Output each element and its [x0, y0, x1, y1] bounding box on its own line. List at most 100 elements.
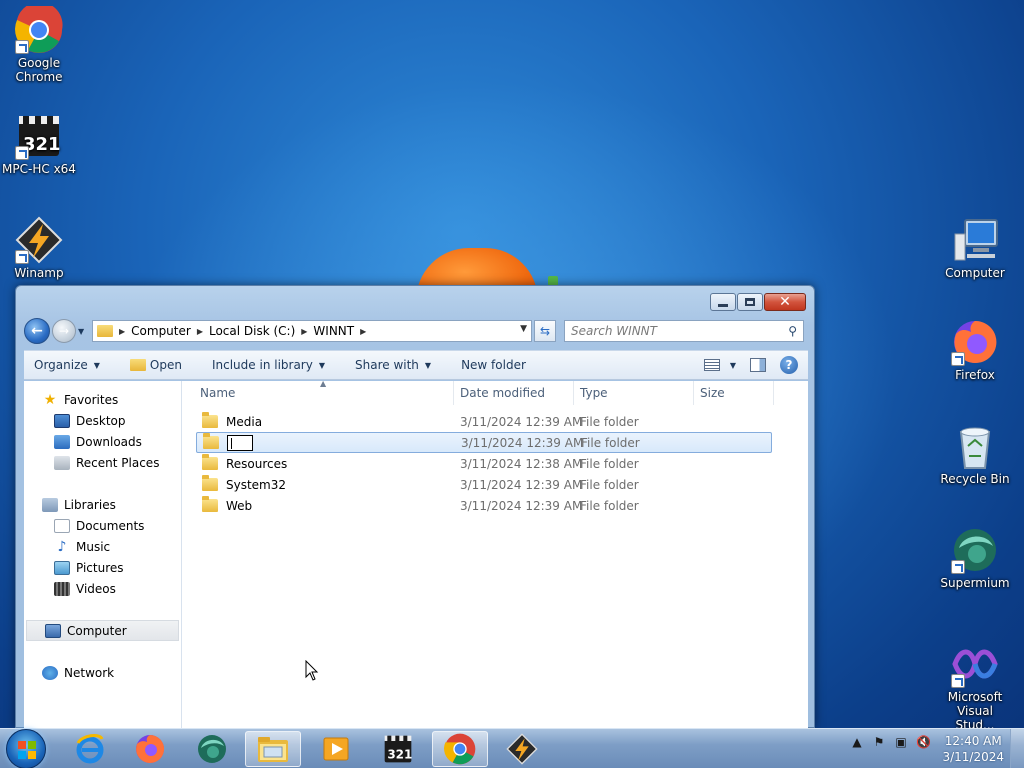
desktop-icon-label: Google [17, 56, 61, 70]
file-name: Resources [226, 456, 288, 471]
taskbar-mpc-hc[interactable]: 321 [370, 731, 426, 767]
pictures-icon [54, 560, 70, 575]
column-date-modified[interactable]: Date modified [454, 381, 574, 405]
file-rows: Media 3/11/2024 12:39 AM File folder 3/1… [182, 405, 808, 516]
computer-icon [45, 623, 61, 638]
include-in-library-button[interactable]: Include in library ▼ [212, 358, 325, 372]
preview-pane-icon[interactable] [750, 358, 766, 372]
desktop-icon-label: Firefox [955, 368, 995, 382]
column-size[interactable]: Size [694, 381, 774, 405]
table-row[interactable]: Web 3/11/2024 12:39 AM File folder [196, 495, 772, 516]
maximize-icon [745, 298, 755, 306]
taskbar-winamp[interactable] [494, 731, 550, 767]
nav-computer[interactable]: Computer [26, 620, 179, 641]
maximize-button[interactable] [737, 293, 763, 311]
address-dropdown-icon[interactable]: ▼ [520, 324, 527, 334]
volume-muted-icon[interactable]: 🔇 [916, 735, 931, 749]
desktop-icon-firefox[interactable]: Firefox [936, 318, 1014, 382]
close-button[interactable]: ✕ [764, 293, 806, 311]
desktop-icon-mpc-hc[interactable]: 321 MPC-HC x64 [0, 112, 78, 176]
refresh-button[interactable]: ⇆ [534, 320, 556, 342]
recent-places-icon [54, 455, 70, 470]
address-bar[interactable]: ▶ Computer ▶ Local Disk (C:) ▶ WINNT ▶ ▼ [92, 320, 532, 342]
search-box[interactable]: ⚲ [564, 320, 804, 342]
nav-downloads[interactable]: Downloads [24, 431, 181, 452]
table-row-renaming[interactable]: 3/11/2024 12:39 AM File folder [196, 432, 772, 453]
navigation-pane[interactable]: ★ Favorites Desktop Downloads Recent Pla… [24, 381, 182, 728]
nav-videos[interactable]: Videos [24, 578, 181, 599]
search-icon[interactable]: ⚲ [788, 324, 797, 338]
action-center-flag-icon[interactable]: ⚑ [872, 735, 886, 749]
nav-desktop[interactable]: Desktop [24, 410, 181, 431]
nav-pictures[interactable]: Pictures [24, 557, 181, 578]
chevron-right-icon[interactable]: ▶ [119, 327, 125, 336]
nav-libraries[interactable]: Libraries [24, 494, 181, 515]
nav-label: Videos [76, 581, 116, 596]
column-type[interactable]: Type [574, 381, 694, 405]
desktop-icon-visual-studio[interactable]: Microsoft Visual Stud... [936, 640, 1014, 732]
file-list[interactable]: ▲ Name Date modified Type Size Media 3/1… [182, 379, 808, 728]
nav-label: Pictures [76, 560, 124, 575]
chevron-down-icon: ▼ [424, 360, 432, 370]
desktop-icon-computer[interactable]: Computer [936, 216, 1014, 280]
desktop-icon-recycle-bin[interactable]: Recycle Bin [936, 422, 1014, 486]
clock[interactable]: 12:40 AM 3/11/2024 [942, 733, 1004, 765]
desktop-icon-winamp[interactable]: Winamp [0, 216, 78, 280]
shortcut-arrow-icon [951, 560, 965, 574]
breadcrumb-local-disk[interactable]: Local Disk (C:) [209, 324, 295, 338]
taskbar: 321 ▲ ⚑ ▣ 🔇 12:40 AM 3/11/2024 [0, 728, 1024, 768]
nav-favorites[interactable]: ★ Favorites [24, 389, 181, 410]
forward-button[interactable]: → [52, 319, 76, 343]
folder-icon [97, 325, 113, 337]
breadcrumb-computer[interactable]: Computer [131, 324, 191, 338]
share-with-button[interactable]: Share with ▼ [355, 358, 431, 372]
nav-network[interactable]: Network [24, 662, 181, 683]
column-name[interactable]: Name [182, 381, 454, 405]
nav-label: Favorites [64, 392, 119, 407]
chrome-icon [15, 1, 63, 54]
chevron-down-icon: ▼ [729, 360, 736, 370]
minimize-button[interactable] [710, 293, 736, 311]
show-desktop-button[interactable] [1010, 729, 1024, 768]
taskbar-internet-explorer[interactable] [62, 731, 118, 767]
view-details-icon [703, 359, 720, 371]
show-hidden-icons-icon[interactable]: ▲ [850, 735, 864, 749]
nav-music[interactable]: ♪ Music [24, 536, 181, 557]
desktop-icon-label: MPC-HC x64 [2, 162, 76, 176]
table-row[interactable]: Resources 3/11/2024 12:38 AM File folder [196, 453, 772, 474]
back-button[interactable]: ← [24, 318, 50, 344]
recent-pages-button[interactable]: ▼ [78, 327, 88, 336]
desktop-icon-supermium[interactable]: Supermium [936, 526, 1014, 590]
taskbar-chrome[interactable] [432, 731, 488, 767]
organize-button[interactable]: Organize ▼ [34, 358, 100, 372]
nav-recent-places[interactable]: Recent Places [24, 452, 181, 473]
desktop-icon-label: Winamp [14, 266, 64, 280]
chevron-right-icon[interactable]: ▶ [197, 327, 203, 336]
network-status-icon[interactable]: ▣ [894, 735, 908, 749]
taskbar-media-player[interactable] [308, 731, 364, 767]
explorer-window[interactable]: ✕ ← → ▼ ▶ Computer ▶ Local Disk (C:) ▶ W… [15, 285, 815, 728]
new-folder-button[interactable]: New folder [461, 358, 526, 372]
mpc-hc-icon: 321 [15, 112, 63, 160]
nav-documents[interactable]: Documents [24, 515, 181, 536]
nav-label: Music [76, 539, 111, 554]
taskbar-file-explorer[interactable] [245, 731, 301, 767]
desktop-icon-chrome[interactable]: Google Chrome [0, 1, 78, 84]
help-icon[interactable]: ? [780, 356, 798, 374]
taskbar-firefox[interactable] [122, 731, 178, 767]
folder-icon [202, 454, 218, 470]
table-row[interactable]: Media 3/11/2024 12:39 AM File folder [196, 411, 772, 432]
table-row[interactable]: System32 3/11/2024 12:39 AM File folder [196, 474, 772, 495]
rename-input[interactable] [227, 434, 253, 451]
start-button[interactable] [6, 729, 46, 768]
open-label: Open [149, 358, 182, 372]
shortcut-arrow-icon [951, 674, 965, 688]
breadcrumb-winnt[interactable]: WINNT [313, 324, 354, 338]
change-view-button[interactable]: ▼ [703, 359, 736, 371]
chevron-right-icon[interactable]: ▶ [301, 327, 307, 336]
open-button[interactable]: Open [129, 358, 182, 372]
nav-label: Documents [76, 518, 145, 533]
taskbar-supermium[interactable] [184, 731, 240, 767]
search-input[interactable] [571, 324, 771, 338]
chevron-right-icon[interactable]: ▶ [360, 327, 366, 336]
